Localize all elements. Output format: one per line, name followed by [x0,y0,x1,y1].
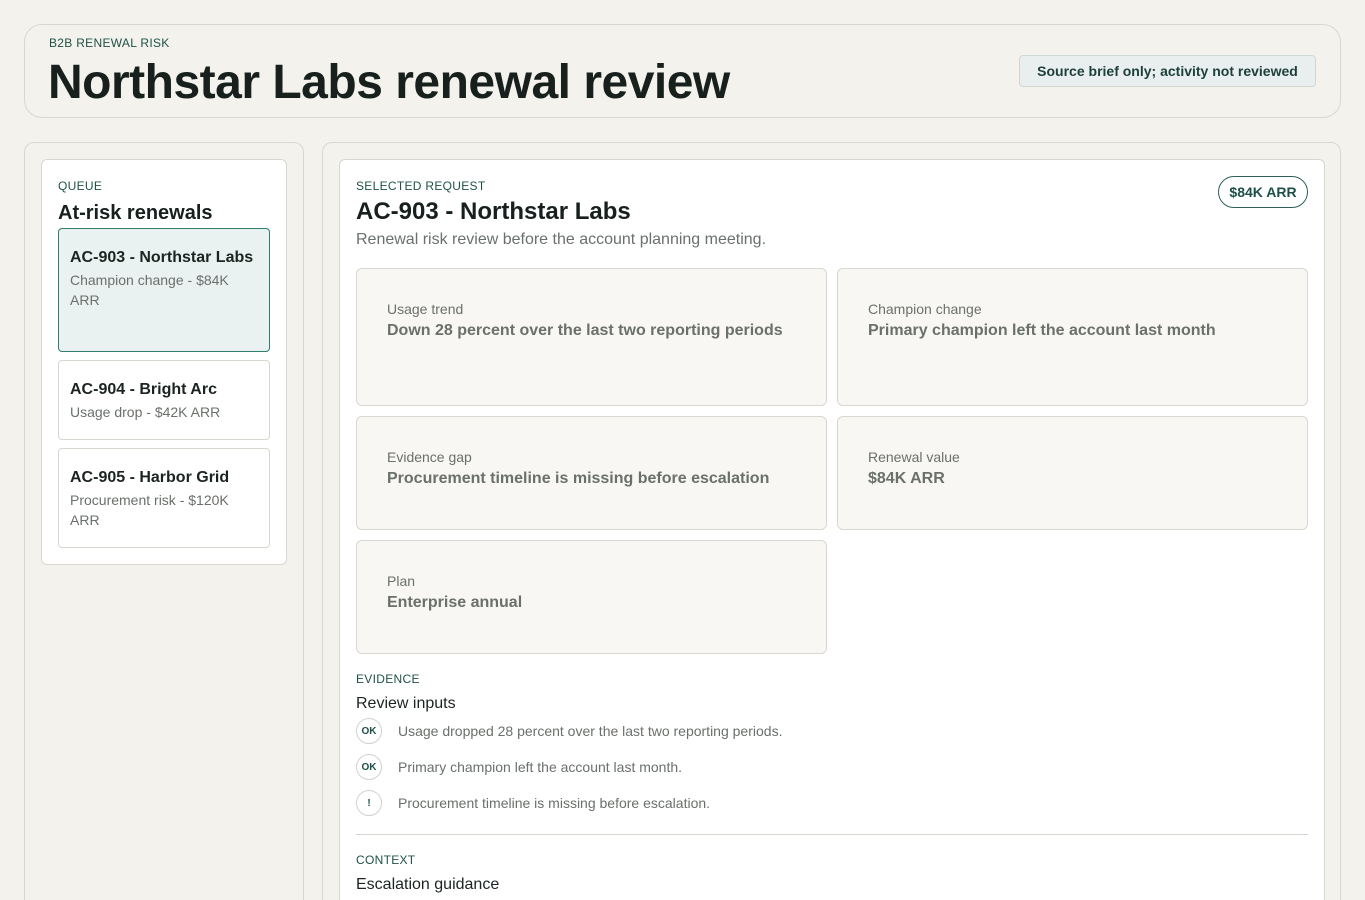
fact-value: $84K ARR [868,470,945,487]
context-title: Escalation guidance [356,876,500,893]
queue-item-subtitle: Champion change - $84K ARR [70,272,229,308]
evidence-item: OK Usage dropped 28 percent over the las… [356,718,782,744]
evidence-text: Usage dropped 28 percent over the last t… [398,723,783,739]
fact-champion-change: Champion change Primary champion left th… [837,268,1308,406]
queue-item-subtitle: Usage drop - $42K ARR [70,404,221,420]
queue-eyebrow: QUEUE [58,179,103,193]
queue-card: QUEUE At-risk renewals AC-903 - Northsta… [41,159,287,565]
request-eyebrow: SELECTED REQUEST [356,179,486,193]
page-header: B2B RENEWAL RISK Northstar Labs renewal … [24,24,1341,118]
queue-item-title: AC-903 - Northstar Labs [70,249,254,266]
fact-renewal-value: Renewal value $84K ARR [837,416,1308,530]
detail-panel: SELECTED REQUEST AC-903 - Northstar Labs… [322,142,1341,900]
evidence-title: Review inputs [356,695,456,712]
fact-label: Plan [387,573,416,589]
fact-usage-trend: Usage trend Down 28 percent over the las… [356,268,827,406]
queue-item-ac-903[interactable]: AC-903 - Northstar Labs Champion change … [58,228,270,352]
queue-item-subtitle: Procurement risk - $120K ARR [70,492,229,528]
fact-value: Enterprise annual [387,594,523,611]
fact-value: Down 28 percent over the last two report… [387,322,783,339]
queue-item-ac-905[interactable]: AC-905 - Harbor Grid Procurement risk - … [58,448,270,548]
arr-badge: $84K ARR [1218,176,1308,208]
request-card: SELECTED REQUEST AC-903 - Northstar Labs… [339,159,1325,900]
fact-label: Evidence gap [387,449,472,465]
queue-item-title: AC-905 - Harbor Grid [70,469,230,486]
evidence-text: Primary champion left the account last m… [398,759,683,775]
fact-value: Procurement timeline is missing before e… [387,470,770,487]
section-divider [356,834,1308,835]
page-title: Northstar Labs renewal review [48,56,730,109]
queue-title: At-risk renewals [58,202,213,224]
header-eyebrow: B2B RENEWAL RISK [49,36,170,50]
warning-badge: ! [356,790,382,816]
fact-value: Primary champion left the account last m… [868,322,1216,339]
fact-plan: Plan Enterprise annual [356,540,827,654]
fact-label: Usage trend [387,301,464,317]
context-eyebrow: CONTEXT [356,853,416,867]
request-subtitle: Renewal risk review before the account p… [356,231,767,248]
queue-item-title: AC-904 - Bright Arc [70,381,217,398]
fact-evidence-gap: Evidence gap Procurement timeline is mis… [356,416,827,530]
evidence-eyebrow: EVIDENCE [356,672,420,686]
fact-label: Champion change [868,301,982,317]
evidence-item: OK Primary champion left the account las… [356,754,682,780]
queue-panel: QUEUE At-risk renewals AC-903 - Northsta… [24,142,304,900]
source-status-badge: Source brief only; activity not reviewed [1019,55,1316,87]
request-title: AC-903 - Northstar Labs [356,198,631,225]
evidence-item: ! Procurement timeline is missing before… [356,790,710,816]
check-ok-badge: OK [356,718,382,744]
evidence-text: Procurement timeline is missing before e… [398,795,711,811]
queue-item-ac-904[interactable]: AC-904 - Bright Arc Usage drop - $42K AR… [58,360,270,440]
check-ok-badge: OK [356,754,382,780]
fact-label: Renewal value [868,449,960,465]
